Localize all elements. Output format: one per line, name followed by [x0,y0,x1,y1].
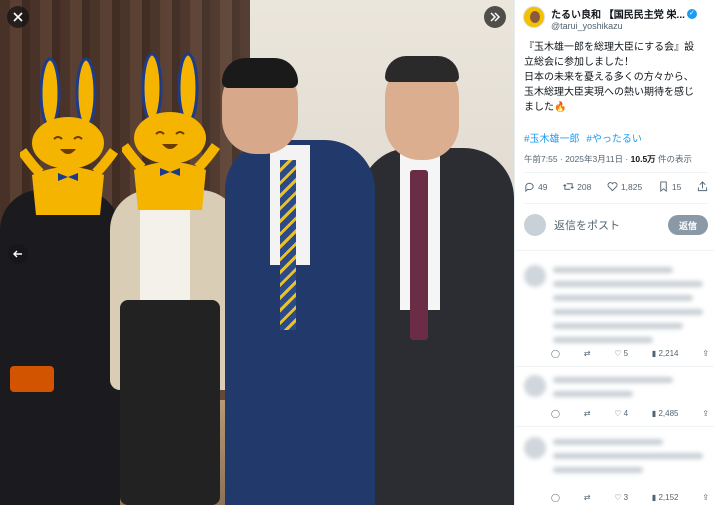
views-label: 件の表示 [655,154,693,164]
share-icon[interactable]: ⇪ [702,493,709,502]
blurred-text [553,439,663,445]
like-action[interactable]: ♡ 4 [614,409,628,418]
author-avatar[interactable] [523,6,545,28]
close-button[interactable] [7,6,29,28]
blurred-text [553,467,643,473]
bookmark-count: 15 [671,181,682,192]
post-text-line: 日本の未来を憂える多くの方々から、 [524,72,694,83]
author-handle[interactable]: @tarui_yoshikazu [551,21,697,31]
reply-input[interactable]: 返信をポスト [554,217,668,233]
reply-count: 49 [538,181,548,192]
post-timestamp[interactable]: 午前7:55 · 2025年3月11日 · [524,154,631,164]
user-avatar [524,214,546,236]
bookmark-action[interactable]: 15 [658,181,681,192]
rabbit-sticker [20,57,119,215]
share-icon[interactable]: ⇪ [702,349,709,358]
post-detail-panel: たるい良和 【国民民主党 栄... ✓ @tarui_yoshikazu 『玉木… [514,0,714,505]
comment-item[interactable]: ◯ ⇄ ♡ 4 ▮ 2,485 ⇪ [515,366,714,426]
media-viewer[interactable] [0,0,514,505]
bookmark-icon [660,181,667,192]
divider [524,172,708,173]
views-count: 10.5万 [630,154,656,164]
like-action[interactable]: 1,825 [607,181,642,192]
views-action[interactable]: ▮ 2,214 [652,349,679,358]
hashtag-link[interactable]: #玉木雄一郎 [524,134,580,145]
verified-icon: ✓ [686,8,697,19]
repost-count: 208 [577,181,592,192]
comment-like-count: 4 [623,409,629,418]
blurred-text [553,295,693,301]
blurred-text [553,391,633,397]
like-action[interactable]: ♡ 3 [614,493,628,502]
heart-icon [607,182,618,192]
arrow-left-icon [13,250,22,258]
author-name-row[interactable]: たるい良和 【国民民主党 栄... ✓ [551,6,697,21]
comment-actions: ◯ ⇄ ♡ 4 ▮ 2,485 ⇪ [551,409,709,418]
rabbit-sticker [122,52,221,210]
post-actions: 49 208 1,825 15 [524,181,708,192]
expand-button[interactable] [484,6,506,28]
author-name[interactable]: たるい良和 【国民民主党 栄... [551,6,685,21]
comment-item[interactable]: ◯ ⇄ ♡ 3 ▮ 2,152 ⇪ [515,426,714,505]
blurred-text [553,323,683,329]
post-text: 『玉木雄一郎を総理大臣にする会』設 立総会に参加しました！ 日本の未来を憂える多… [524,40,708,115]
like-action[interactable]: ♡ 5 [614,349,628,358]
comment-view-count: 2,152 [658,493,679,502]
comment-item[interactable]: ◯ ⇄ ♡ 5 ▮ 2,214 ⇪ [515,250,714,366]
share-icon [697,181,708,192]
commenter-avatar [524,375,546,397]
divider [524,203,708,204]
commenter-avatar [524,265,546,287]
blurred-text [553,337,653,343]
reply-composer: 返信をポスト 返信 [524,214,708,236]
comment-actions: ◯ ⇄ ♡ 5 ▮ 2,214 ⇪ [551,349,709,358]
views-action[interactable]: ▮ 2,152 [652,493,679,502]
like-count: 1,825 [620,181,643,192]
repost-action[interactable]: 208 [563,181,591,192]
reply-action[interactable]: 49 [524,181,547,192]
reply-button[interactable]: 返信 [668,215,708,235]
previous-button[interactable] [8,244,28,264]
views-action[interactable]: ▮ 2,485 [652,409,679,418]
blurred-text [553,309,703,315]
comment-like-count: 3 [623,493,629,502]
share-icon[interactable]: ⇪ [702,409,709,418]
blurred-text [553,377,673,383]
repost-icon[interactable]: ⇄ [584,493,591,502]
post-author[interactable]: たるい良和 【国民民主党 栄... ✓ @tarui_yoshikazu [523,6,697,31]
close-icon [13,12,23,22]
hashtag-link[interactable]: #やったるい [586,134,642,145]
reply-icon [525,182,534,192]
post-text-line: 立総会に参加しました！ [524,57,634,68]
post-text-line: 玉木総理大臣実現への熱い期待を感じ [524,87,694,98]
comment-view-count: 2,214 [658,349,679,358]
commenter-avatar [524,437,546,459]
reply-icon[interactable]: ◯ [551,409,560,418]
comment-actions: ◯ ⇄ ♡ 3 ▮ 2,152 ⇪ [551,493,709,502]
post-text-line: 『玉木雄一郎を総理大臣にする会』設 [524,42,695,53]
blurred-text [553,453,703,459]
share-action[interactable] [697,181,708,192]
comment-view-count: 2,485 [658,409,679,418]
reply-icon[interactable]: ◯ [551,349,560,358]
hashtags: #玉木雄一郎 #やったるい [524,130,646,145]
blurred-text [553,281,703,287]
comment-like-count: 5 [623,349,629,358]
blurred-text [553,267,673,273]
reply-icon[interactable]: ◯ [551,493,560,502]
post-text-line: ました🔥 [524,102,567,113]
repost-icon[interactable]: ⇄ [584,349,591,358]
repost-icon[interactable]: ⇄ [584,409,591,418]
repost-icon [563,183,574,190]
expand-icon [490,12,501,22]
post-meta: 午前7:55 · 2025年3月11日 · 10.5万 件の表示 [524,153,692,165]
